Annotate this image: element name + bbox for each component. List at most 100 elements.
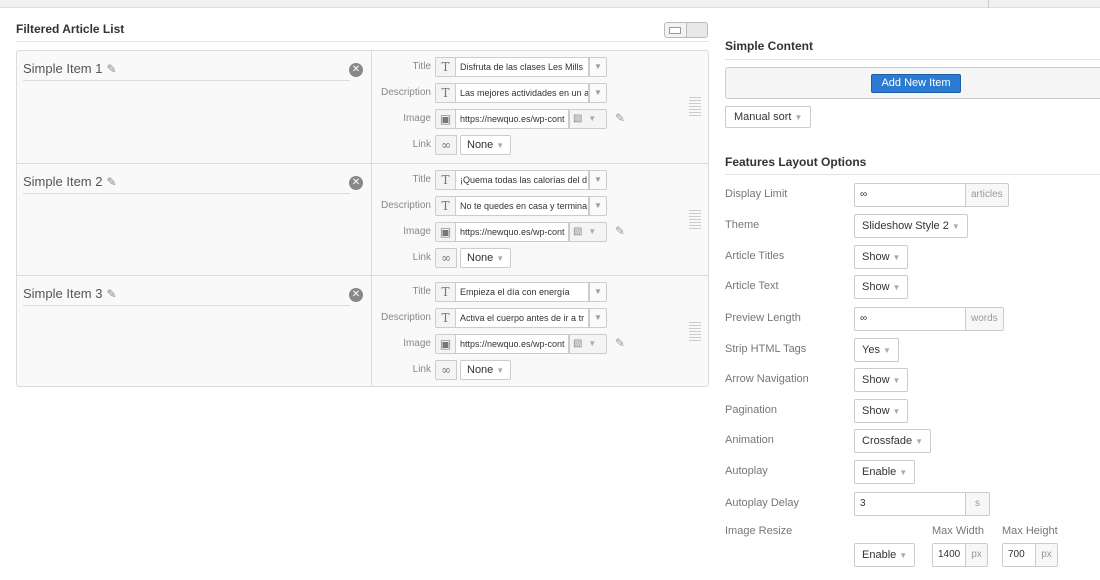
chevron-down-icon[interactable]: ▼ (589, 170, 607, 190)
item-name-text[interactable]: Simple Item 1 (23, 61, 102, 76)
text-icon: T (435, 83, 456, 103)
view-toggle[interactable] (664, 22, 708, 38)
max-height-input[interactable]: 700 (1002, 543, 1036, 567)
item-name[interactable]: Simple Item 2 ✎ (23, 174, 117, 189)
list-view-icon[interactable] (665, 23, 686, 37)
autoplay-delay-row: Autoplay Delay 3 s (725, 492, 1100, 516)
link-dropdown[interactable]: None ▼ (460, 248, 512, 268)
add-new-item-button[interactable]: Add New Item (871, 74, 961, 93)
item-name-underline (23, 305, 350, 306)
autoplay-delay-input[interactable]: 3 (854, 492, 966, 516)
max-width-input[interactable]: 1400 (932, 543, 966, 567)
grid-view-icon[interactable] (685, 23, 707, 37)
item-name-text[interactable]: Simple Item 2 (23, 174, 102, 189)
description-label: Description (380, 312, 431, 323)
edit-icon[interactable]: ✎ (615, 111, 625, 125)
link-dropdown-value[interactable]: None (467, 364, 493, 376)
animation-dropdown[interactable]: Crossfade ▼ (854, 429, 932, 453)
preview-length-unit: words (966, 307, 1004, 331)
chevron-down-icon[interactable]: ▼ (589, 83, 607, 103)
edit-icon[interactable]: ✎ (615, 336, 625, 350)
link-dropdown[interactable]: None ▼ (460, 360, 512, 380)
drag-handle[interactable] (689, 97, 701, 117)
link-dropdown[interactable]: None ▼ (460, 135, 512, 155)
edit-icon[interactable]: ✎ (615, 224, 625, 238)
item-fields: Title T ¡Quema todas las calorías del d … (373, 164, 708, 275)
strip-html-dropdown[interactable]: Yes ▼ (854, 338, 899, 362)
item-name-text[interactable]: Simple Item 3 (23, 286, 102, 301)
theme-dropdown[interactable]: Slideshow Style 2 ▼ (854, 214, 968, 238)
autoplay-dropdown[interactable]: Enable ▼ (854, 460, 916, 484)
pencil-icon[interactable]: ✎ (106, 62, 116, 76)
article-titles-row: Article Titles Show ▼ (725, 245, 1100, 269)
autoplay-value[interactable]: Enable (862, 466, 896, 478)
display-limit-input[interactable]: ∞ (854, 183, 966, 207)
strip-html-row: Strip HTML Tags Yes ▼ (725, 338, 1100, 362)
article-text-dropdown[interactable]: Show ▼ (854, 275, 909, 299)
title-input[interactable]: ¡Quema todas las calorías del d (456, 170, 589, 190)
image-picker-button[interactable]: ▧ ▼ (569, 109, 607, 129)
list-item: Simple Item 1 ✎ ✕ Title T Disfruta de las… (17, 51, 708, 163)
link-dropdown-value[interactable]: None (467, 139, 493, 151)
link-icon: ∞ (435, 360, 457, 380)
manual-sort-label[interactable]: Manual sort (734, 111, 791, 123)
chevron-down-icon[interactable]: ▼ (589, 57, 607, 77)
chevron-down-icon[interactable]: ▼ (589, 196, 607, 216)
item-header: Simple Item 1 ✎ ✕ (17, 51, 372, 163)
drag-handle[interactable] (689, 210, 701, 230)
description-input[interactable]: No te quedes en casa y termina (456, 196, 589, 216)
arrow-navigation-dropdown[interactable]: Show ▼ (854, 368, 909, 392)
image-icon: ▣ (435, 334, 456, 354)
item-name[interactable]: Simple Item 1 ✎ (23, 61, 117, 76)
drag-handle[interactable] (689, 322, 701, 342)
image-input[interactable]: https://newquo.es/wp-cont (456, 334, 569, 354)
pagination-dropdown[interactable]: Show ▼ (854, 399, 909, 423)
remove-item-button[interactable]: ✕ (349, 176, 363, 190)
title-input[interactable]: Empieza el día con energía (456, 282, 589, 302)
strip-html-label: Strip HTML Tags (725, 343, 807, 355)
features-title: Features Layout Options (725, 155, 867, 169)
link-dropdown-value[interactable]: None (467, 252, 493, 264)
title-field: Title T Empieza el día con energía ▼ (373, 282, 708, 302)
arrow-navigation-value[interactable]: Show (862, 374, 890, 386)
description-input[interactable]: Activa el cuerpo antes de ir a tr (456, 308, 589, 328)
item-name[interactable]: Simple Item 3 ✎ (23, 286, 117, 301)
image-picker-button[interactable]: ▧ ▼ (569, 334, 607, 354)
article-titles-label: Article Titles (725, 250, 785, 262)
image-input[interactable]: https://newquo.es/wp-cont (456, 222, 569, 242)
article-text-value[interactable]: Show (862, 281, 890, 293)
title-label: Title (412, 174, 431, 185)
image-input[interactable]: https://newquo.es/wp-cont (456, 109, 569, 129)
manual-sort-dropdown[interactable]: Manual sort ▼ (725, 106, 812, 128)
remove-item-button[interactable]: ✕ (349, 288, 363, 302)
pencil-icon[interactable]: ✎ (106, 287, 116, 301)
strip-html-value[interactable]: Yes (862, 344, 880, 356)
simple-content-title: Simple Content (725, 39, 814, 53)
animation-value[interactable]: Crossfade (862, 435, 912, 447)
theme-row: Theme Slideshow Style 2 ▼ (725, 214, 1100, 238)
chevron-down-icon[interactable]: ▼ (589, 282, 607, 302)
chevron-down-icon[interactable]: ▼ (589, 308, 607, 328)
text-icon: T (435, 282, 456, 302)
image-picker-button[interactable]: ▧ ▼ (569, 222, 607, 242)
add-item-bar: Add New Item (725, 67, 1100, 99)
article-titles-dropdown[interactable]: Show ▼ (854, 245, 909, 269)
pagination-value[interactable]: Show (862, 405, 890, 417)
preview-length-input[interactable]: ∞ (854, 307, 966, 331)
item-name-underline (23, 80, 350, 81)
image-resize-dropdown[interactable]: Enable ▼ (854, 543, 916, 567)
article-titles-value[interactable]: Show (862, 251, 890, 263)
filtered-list-title: Filtered Article List (16, 22, 125, 36)
link-icon: ∞ (435, 248, 457, 268)
pencil-icon[interactable]: ✎ (106, 175, 116, 189)
title-input[interactable]: Disfruta de las clases Les Mills (456, 57, 589, 77)
remove-item-button[interactable]: ✕ (349, 63, 363, 77)
arrow-navigation-row: Arrow Navigation Show ▼ (725, 368, 1100, 392)
theme-value[interactable]: Slideshow Style 2 (862, 220, 949, 232)
animation-label: Animation (725, 434, 774, 446)
autoplay-delay-label: Autoplay Delay (725, 497, 799, 509)
image-resize-value[interactable]: Enable (862, 549, 896, 561)
max-width-unit: px (966, 543, 988, 567)
title-label: Title (412, 286, 431, 297)
description-input[interactable]: Las mejores actividades en un a (456, 83, 589, 103)
